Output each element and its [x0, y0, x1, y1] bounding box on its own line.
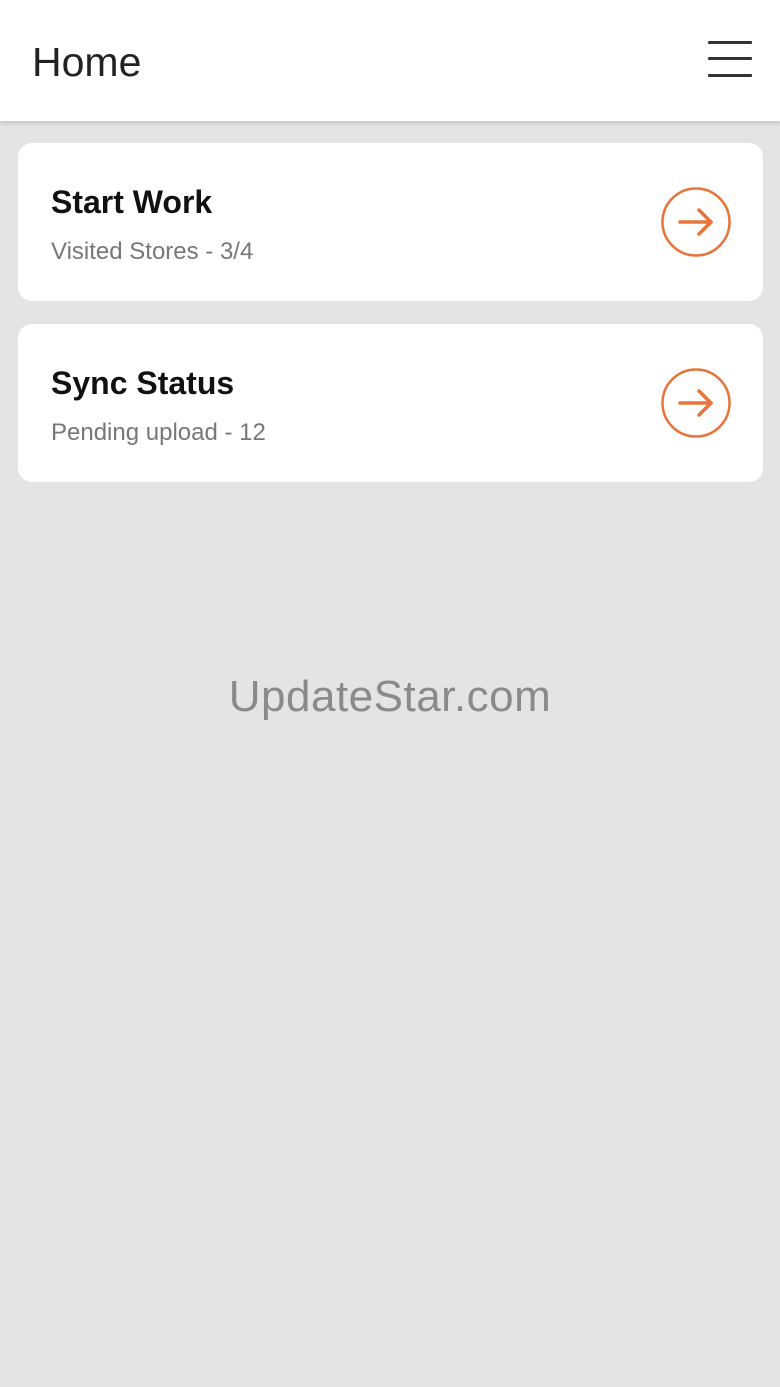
sync-status-title: Sync Status: [51, 365, 235, 401]
start-work-card[interactable]: Start Work Visited Stores - 3/4: [18, 143, 763, 301]
watermark: UpdateStar.com: [228, 672, 552, 721]
menu-button[interactable]: [708, 40, 752, 78]
start-work-arrow-button[interactable]: [661, 187, 731, 257]
sync-status-arrow-button[interactable]: [661, 368, 731, 438]
hamburger-menu-icon-line: [708, 41, 752, 44]
app-bar: Home: [0, 0, 780, 121]
start-work-title: Start Work: [51, 184, 213, 220]
visited-stores-status: Visited Stores - 3/4: [51, 238, 254, 265]
page-title: Home: [32, 39, 142, 85]
pending-upload-status: Pending upload - 12: [51, 419, 266, 446]
hamburger-menu-icon-line: [708, 57, 752, 60]
arrow-right-circle-icon: [661, 368, 731, 438]
hamburger-menu-icon-line: [708, 74, 752, 77]
sync-status-card[interactable]: Sync Status Pending upload - 12: [18, 324, 763, 482]
arrow-right-circle-icon: [661, 187, 731, 257]
